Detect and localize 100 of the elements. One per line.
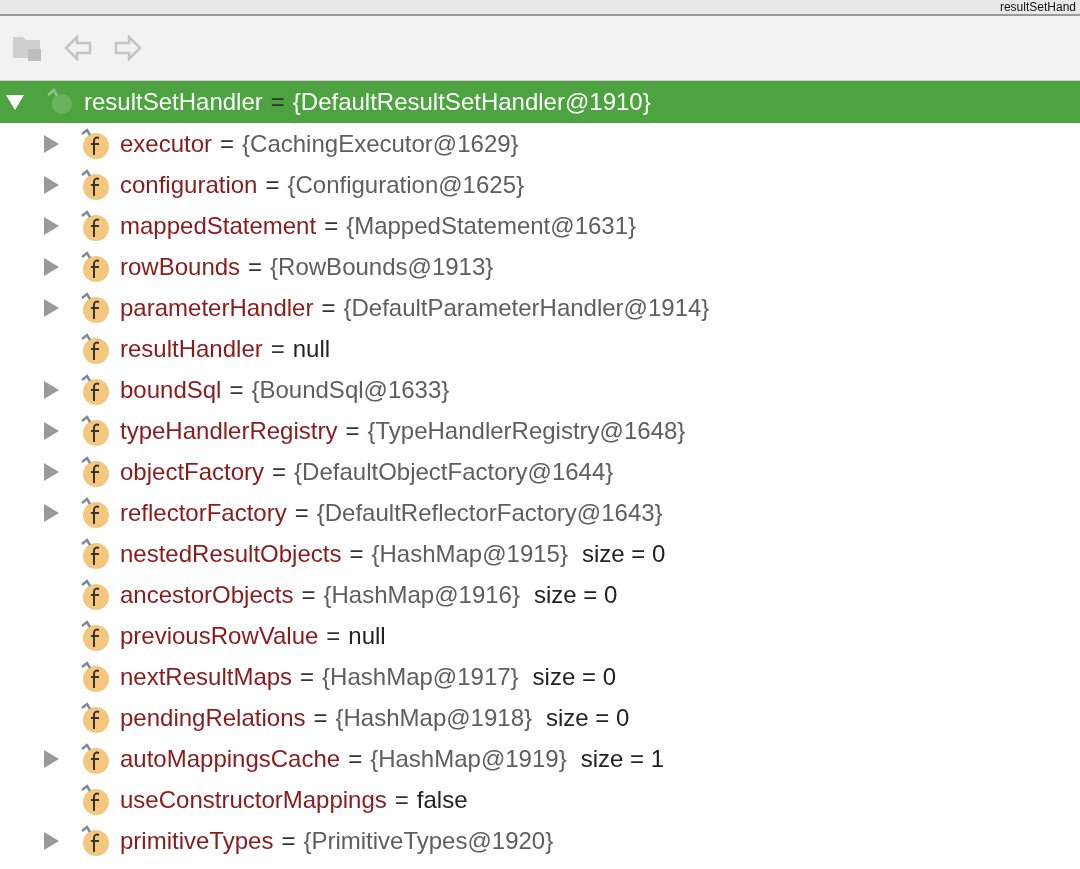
field-name: reflectorFactory [120, 498, 287, 527]
tree-row[interactable]: ancestorObjects = {HashMap@1916} size = 0 [0, 574, 1080, 615]
field-value: {DefaultParameterHandler@1914} [343, 293, 710, 322]
collapsed-triangle-icon[interactable] [41, 420, 61, 441]
field-icon [80, 742, 110, 775]
field-name: autoMappingsCache [120, 744, 341, 773]
equals-sign: = [281, 826, 296, 855]
field-name: typeHandlerRegistry [120, 416, 338, 445]
collapsed-triangle-icon[interactable] [41, 502, 61, 523]
tree-row[interactable]: previousRowValue = null [0, 615, 1080, 656]
field-name: mappedStatement [120, 211, 317, 240]
collapsed-triangle-icon[interactable] [41, 256, 61, 277]
back-arrow-icon[interactable] [64, 35, 92, 61]
window-title: resultSetHand [999, 1, 1077, 14]
field-value: {DefaultReflectorFactory@1643} [316, 498, 663, 527]
field-icon [80, 455, 110, 488]
field-icon [80, 496, 110, 529]
field-icon [80, 373, 110, 406]
equals-sign: = [270, 88, 285, 116]
field-icon [80, 578, 110, 611]
field-name: previousRowValue [120, 621, 319, 650]
equals-sign: = [248, 252, 263, 281]
collapsed-triangle-icon[interactable] [41, 748, 61, 769]
field-value: null [292, 334, 331, 363]
equals-sign: = [300, 662, 315, 691]
field-name: pendingRelations [120, 703, 306, 732]
equals-sign: = [294, 498, 309, 527]
equals-sign: = [313, 703, 328, 732]
collapsed-triangle-icon[interactable] [41, 379, 61, 400]
field-value: {BoundSql@1633} [251, 375, 450, 404]
tree-row[interactable]: pendingRelations = {HashMap@1918} size = 0 [0, 697, 1080, 738]
field-icon [80, 824, 110, 857]
equals-sign: = [324, 211, 339, 240]
size-label: size = 0 [532, 662, 616, 691]
collapsed-triangle-icon[interactable] [41, 461, 61, 482]
equals-sign: = [345, 416, 360, 445]
field-icon [80, 332, 110, 365]
field-value: {TypeHandlerRegistry@1648} [367, 416, 686, 445]
expanded-triangle-icon[interactable] [5, 92, 25, 112]
field-value: {HashMap@1917} [322, 662, 519, 691]
equals-sign: = [326, 621, 341, 650]
collapsed-triangle-icon[interactable] [41, 297, 61, 318]
collapsed-triangle-icon[interactable] [41, 215, 61, 236]
field-value: {CachingExecutor@1629} [242, 129, 519, 158]
field-name: ancestorObjects [120, 580, 294, 609]
equals-sign: = [229, 375, 244, 404]
size-label: size = 1 [580, 744, 665, 773]
equals-sign: = [321, 293, 336, 322]
field-name: useConstructorMappings [120, 785, 387, 814]
tree-row[interactable]: resultHandler = null [0, 328, 1080, 369]
field-icon [80, 619, 110, 652]
field-name: executor [120, 129, 213, 158]
field-value: {Configuration@1625} [287, 170, 524, 199]
field-icon [80, 291, 110, 324]
size-label: size = 0 [533, 580, 618, 609]
field-value: null [348, 621, 386, 650]
field-value: {HashMap@1916} [323, 580, 520, 609]
field-value: {RowBounds@1913} [270, 252, 494, 281]
size-label: size = 0 [546, 703, 630, 732]
field-icon [80, 660, 110, 693]
field-icon [80, 250, 110, 283]
field-value: {MappedStatement@1631} [346, 211, 637, 240]
field-name: objectFactory [120, 457, 265, 486]
field-name: rowBounds [120, 252, 241, 281]
field-name: primitiveTypes [120, 826, 274, 855]
field-icon [80, 209, 110, 242]
variable-value: {DefaultResultSetHandler@1910} [292, 88, 651, 116]
equals-sign: = [394, 785, 409, 814]
field-value: {HashMap@1915} [371, 539, 568, 568]
equals-sign: = [265, 170, 280, 199]
field-value: {DefaultObjectFactory@1644} [294, 457, 614, 486]
equals-sign: = [220, 129, 235, 158]
equals-sign: = [348, 744, 363, 773]
tree-row[interactable]: resultSetHandler = {DefaultResultSetHandler@1910} [0, 81, 1080, 123]
equals-sign: = [301, 580, 316, 609]
forward-arrow-icon[interactable] [114, 35, 142, 61]
tree-row[interactable]: nextResultMaps = {HashMap@1917} size = 0 [0, 656, 1080, 697]
field-value: {HashMap@1919} [370, 744, 567, 773]
field-icon [80, 701, 110, 734]
field-icon [80, 168, 110, 201]
equals-sign: = [349, 539, 364, 568]
field-value: {HashMap@1918} [335, 703, 532, 732]
field-value: {PrimitiveTypes@1920} [303, 826, 554, 855]
collapsed-triangle-icon[interactable] [41, 174, 61, 195]
collapsed-triangle-icon[interactable] [41, 133, 61, 154]
folder-icon[interactable] [12, 34, 42, 62]
field-name: parameterHandler [120, 293, 314, 322]
field-value: false [416, 785, 468, 814]
collapsed-triangle-icon[interactable] [41, 830, 61, 851]
size-label: size = 0 [581, 539, 666, 568]
tree-row[interactable]: useConstructorMappings = false [0, 779, 1080, 820]
field-icon [80, 783, 110, 816]
field-name: resultHandler [120, 334, 263, 363]
equals-sign: = [272, 457, 287, 486]
tree-row[interactable]: nestedResultObjects = {HashMap@1915} size = 0 [0, 533, 1080, 574]
field-name: configuration [120, 170, 258, 199]
field-icon [80, 537, 110, 570]
field-icon [80, 127, 110, 160]
variable-name: resultSetHandler [84, 88, 263, 116]
field-name: nextResultMaps [120, 662, 293, 691]
